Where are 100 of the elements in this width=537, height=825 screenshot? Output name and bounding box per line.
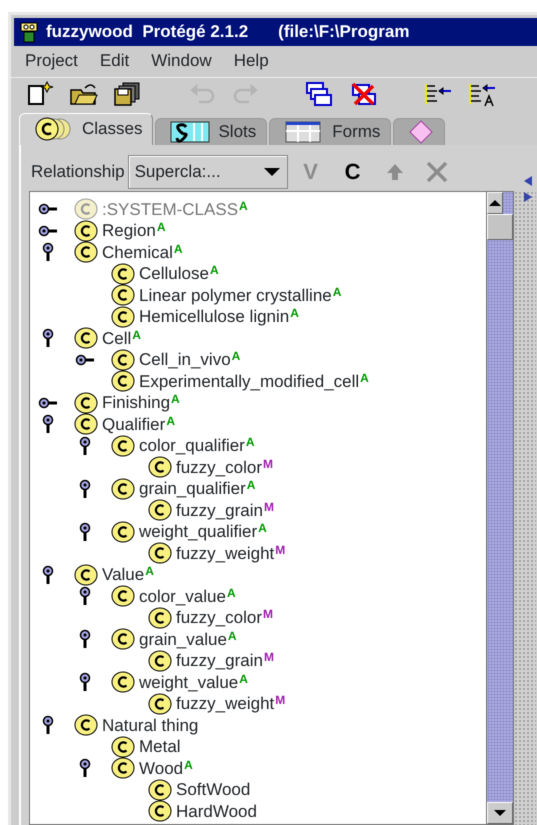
file-path: (file:\F:\Program (278, 21, 410, 44)
new-document-icon (25, 80, 55, 108)
node-label: color_value (139, 588, 226, 605)
tree-node[interactable]: Natural thing (30, 714, 486, 736)
class-icon (148, 650, 172, 672)
node-label: HardWood (176, 802, 257, 820)
node-label: grain_qualifier (139, 480, 246, 498)
expand-handle-icon[interactable] (41, 564, 55, 585)
expand-handle-icon[interactable] (38, 202, 58, 216)
list-arrow-button[interactable] (423, 81, 453, 107)
tab[interactable]: Slots (155, 118, 268, 144)
expand-handle-icon[interactable] (38, 396, 58, 410)
right-arrow-icon[interactable] (523, 191, 533, 203)
badge-letter: M (264, 651, 274, 663)
class-icon (74, 327, 98, 350)
node-label: Natural thing (102, 716, 198, 734)
badge-letter: M (262, 458, 273, 470)
class-icon (148, 606, 172, 629)
tab[interactable] (393, 118, 446, 144)
tab[interactable]: Forms (269, 118, 392, 144)
node-label: Chemical (102, 244, 173, 261)
class-icon (111, 628, 135, 650)
node-label: fuzzy_grain (176, 652, 263, 670)
class-icon (74, 220, 98, 242)
down-arrow-icon (493, 809, 507, 817)
menu-item[interactable]: Project (25, 48, 78, 74)
badge-letter: A (290, 307, 299, 319)
node-label: fuzzy_weight (176, 544, 274, 562)
class-icon (111, 757, 135, 780)
scroll-down-button[interactable] (487, 802, 513, 824)
expand-handle-icon[interactable] (78, 672, 92, 692)
node-label: Wood (139, 760, 184, 777)
toolbar-button[interactable]: C (334, 156, 372, 188)
node-label: weight_qualifier (139, 523, 258, 540)
class-icon (111, 736, 135, 758)
badge-letter: A (184, 758, 193, 770)
stacked-windows-button[interactable] (305, 81, 335, 107)
close-windows-button[interactable] (349, 81, 379, 107)
tree-node[interactable]: HardWood (30, 800, 486, 822)
class-icon (111, 585, 135, 608)
badge-letter: A (156, 221, 166, 233)
relationship-dropdown[interactable]: Supercla:... (128, 154, 288, 188)
expand-handle-icon[interactable] (78, 758, 92, 778)
class-icon (74, 198, 98, 220)
node-label: Cellulose (139, 265, 209, 282)
class-icon (148, 456, 172, 478)
expand-handle-icon[interactable] (78, 522, 92, 542)
class-icon (111, 478, 135, 500)
delete-icon (424, 160, 449, 184)
class-icon (148, 778, 172, 801)
badge-letter: A (226, 586, 236, 598)
app-logo-icon (18, 21, 40, 43)
node-label: Cell (102, 330, 132, 347)
node-label: fuzzy_grain (176, 502, 263, 519)
class-icon (111, 520, 135, 543)
badge-letter: A (145, 565, 154, 577)
badge-letter: A (360, 372, 369, 384)
tab[interactable]: Classes (19, 112, 154, 144)
menu-item[interactable]: Help (234, 48, 269, 74)
scroll-up-button[interactable] (487, 192, 503, 214)
expand-handle-icon[interactable] (41, 715, 55, 736)
tree-node[interactable]: SoftWood (30, 779, 486, 800)
expand-handle-icon[interactable] (41, 242, 55, 262)
stacked-windows-icon (305, 80, 335, 108)
class-icon (111, 262, 135, 285)
node-label: Experimentally_modified_cell (139, 372, 360, 390)
class-icon (111, 348, 135, 371)
expand-handle-icon[interactable] (41, 328, 55, 348)
expand-handle-icon[interactable] (78, 629, 92, 650)
expand-handle-icon[interactable] (41, 414, 55, 434)
menu-item[interactable]: Window (151, 48, 212, 74)
class-icon (111, 306, 135, 328)
class-icon (111, 284, 135, 306)
node-label: Linear polymer crystalline (139, 286, 332, 304)
left-arrow-icon[interactable] (523, 175, 533, 187)
expand-handle-icon[interactable] (75, 352, 95, 367)
badge-letter: A (332, 286, 342, 298)
node-label: fuzzy_color (176, 458, 262, 476)
badge-letter: A (166, 414, 175, 426)
node-label: grain_value (139, 630, 227, 648)
node-label: fuzzy_color (176, 609, 262, 626)
relationship-label: Relationship (30, 160, 126, 183)
node-label: Metal (139, 738, 181, 756)
node-label: color_qualifier (139, 437, 245, 454)
node-label: SoftWood (176, 781, 250, 798)
list-arrow-button[interactable] (467, 81, 497, 107)
class-icon (74, 413, 98, 436)
class-icon (74, 241, 98, 264)
class-icon (148, 499, 172, 522)
expand-handle-icon[interactable] (78, 478, 92, 499)
expand-handle-icon[interactable] (78, 586, 92, 606)
new-document-button[interactable] (25, 81, 55, 107)
scrollbar[interactable] (486, 190, 514, 825)
expand-handle-icon[interactable] (78, 436, 92, 456)
tree-node[interactable]: Metal (30, 736, 486, 758)
scroll-thumb[interactable] (487, 214, 513, 240)
badge-letter: M (264, 500, 274, 512)
class-icon (148, 800, 172, 822)
menu-item[interactable]: Edit (100, 48, 130, 74)
expand-handle-icon[interactable] (38, 224, 58, 238)
